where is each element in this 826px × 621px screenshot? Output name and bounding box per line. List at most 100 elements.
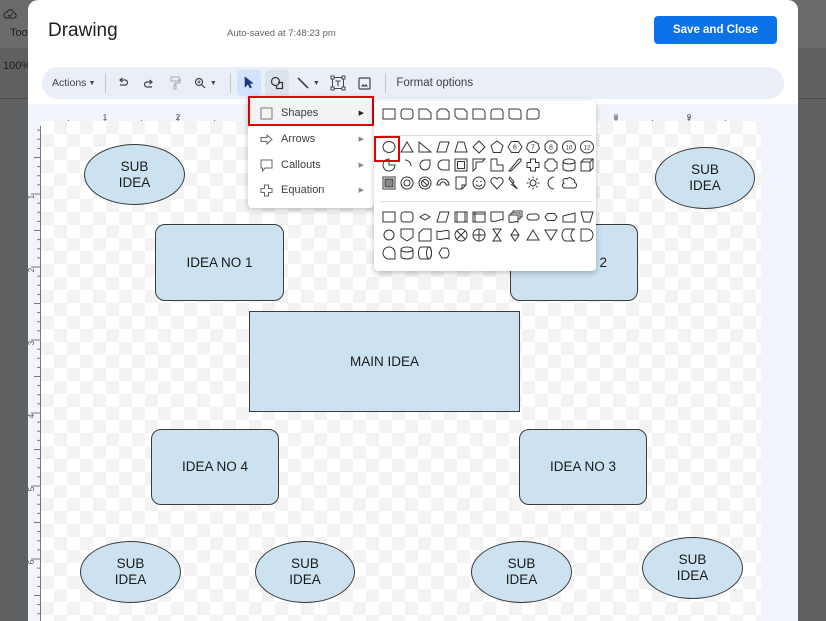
shape-option-flowchart-sort[interactable]: [506, 226, 524, 244]
shape-option-heptagon-7[interactable]: 7: [524, 138, 542, 156]
shape-option-flowchart-document[interactable]: [488, 208, 506, 226]
shape-option-flowchart-merge[interactable]: [542, 226, 560, 244]
shape-option-cloud[interactable]: [560, 174, 578, 192]
shape-option-cube[interactable]: [578, 156, 596, 174]
shape-option-flowchart-manual-input[interactable]: [560, 208, 578, 226]
shape-option-dodecagon-12[interactable]: 12: [578, 138, 596, 156]
menu-item-equation[interactable]: Equation ▶: [248, 177, 374, 203]
shape-option-smiley-face[interactable]: [470, 174, 488, 192]
shape-option-parallelogram[interactable]: [434, 138, 452, 156]
actions-menu-button[interactable]: Actions ▼: [52, 70, 95, 96]
select-tool-button[interactable]: [237, 70, 262, 96]
shape-option-teardrop[interactable]: [416, 156, 434, 174]
shape-option-flowchart-predefined-process[interactable]: [452, 208, 470, 226]
shape-option-flowchart-offpage-connector[interactable]: [398, 226, 416, 244]
shape-option-l-shape[interactable]: [488, 156, 506, 174]
zoom-button[interactable]: ▼: [190, 70, 220, 96]
shape-option-no-symbol[interactable]: [416, 174, 434, 192]
shape-option-moon[interactable]: [542, 174, 560, 192]
shape-option-flowchart-display[interactable]: [434, 244, 452, 262]
shape-option-flowchart-extract[interactable]: [524, 226, 542, 244]
shape-option-flowchart-internal-storage[interactable]: [470, 208, 488, 226]
idea-no-4-box[interactable]: IDEA NO 4: [151, 429, 279, 505]
shape-option-half-frame[interactable]: [470, 156, 488, 174]
shape-option-flowchart-alternate-process[interactable]: [398, 208, 416, 226]
vertical-ruler[interactable]: 1 2 3 4 5 6: [28, 126, 41, 621]
shape-option-oval[interactable]: [380, 138, 398, 156]
shape-option-flowchart-data[interactable]: [434, 208, 452, 226]
sub-idea-ellipse[interactable]: SUB IDEA: [80, 541, 181, 603]
sub-idea-ellipse[interactable]: SUB IDEA: [255, 541, 355, 603]
shape-option-triangle[interactable]: [398, 138, 416, 156]
image-button[interactable]: [353, 70, 375, 96]
shape-option-rounded-rectangle[interactable]: [398, 105, 416, 123]
paint-format-button[interactable]: [164, 70, 186, 96]
shape-option-heart[interactable]: [488, 174, 506, 192]
shape-option-flowchart-decision[interactable]: [416, 208, 434, 226]
sub-idea-ellipse[interactable]: SUB IDEA: [84, 144, 185, 205]
shape-tool-button[interactable]: [265, 70, 290, 96]
shape-option-snip-same-side[interactable]: [434, 105, 452, 123]
shape-option-block-arc[interactable]: [434, 174, 452, 192]
idea-no-3-box[interactable]: IDEA NO 3: [519, 429, 647, 505]
shape-option-pentagon[interactable]: [488, 138, 506, 156]
shape-option-flowchart-collate[interactable]: [488, 226, 506, 244]
shape-option-flowchart-direct-access[interactable]: [416, 244, 434, 262]
line-tool-button[interactable]: ▼: [293, 70, 323, 96]
shape-option-round-single-corner[interactable]: [470, 105, 488, 123]
format-options-button[interactable]: Format options: [396, 77, 473, 89]
shape-option-bevel[interactable]: [380, 174, 398, 192]
shape-option-folded-corner[interactable]: [452, 174, 470, 192]
menu-item-shapes[interactable]: Shapes ▶: [248, 100, 374, 126]
shape-option-frame[interactable]: [452, 156, 470, 174]
shape-option-snip-diagonal[interactable]: [452, 105, 470, 123]
shape-option-chord[interactable]: [398, 156, 416, 174]
shape-option-flowchart-magnetic-disk[interactable]: [398, 244, 416, 262]
shape-option-flowchart-manual-operation[interactable]: [578, 208, 596, 226]
main-idea-box[interactable]: MAIN IDEA: [249, 311, 520, 412]
save-and-close-button[interactable]: Save and Close: [654, 16, 777, 44]
shape-option-flowchart-or[interactable]: [470, 226, 488, 244]
shape-option-plaque[interactable]: [542, 156, 560, 174]
shape-option-flowchart-punched-tape[interactable]: [434, 226, 452, 244]
shape-option-trapezoid[interactable]: [452, 138, 470, 156]
menu-item-arrows[interactable]: Arrows ▶: [248, 126, 374, 152]
shape-option-round-diagonal[interactable]: [506, 105, 524, 123]
shape-option-lightning-bolt[interactable]: [506, 174, 524, 192]
shape-option-flowchart-terminator[interactable]: [524, 208, 542, 226]
shape-option-pie[interactable]: [380, 156, 398, 174]
shape-option-decagon-10[interactable]: 10: [560, 138, 578, 156]
shape-option-flowchart-card[interactable]: [416, 226, 434, 244]
shape-option-flowchart-multidocument[interactable]: [506, 208, 524, 226]
shape-option-round-same-side[interactable]: [488, 105, 506, 123]
shape-option-round-snip[interactable]: [524, 105, 542, 123]
shape-option-flowchart-delay[interactable]: [578, 226, 596, 244]
shape-text: SUB IDEA: [114, 556, 147, 587]
shape-option-snip-single-corner[interactable]: [416, 105, 434, 123]
shape-option-octagon-8[interactable]: 8: [542, 138, 560, 156]
shape-option-diagonal-stripe[interactable]: [506, 156, 524, 174]
shape-option-flowchart-process[interactable]: [380, 208, 398, 226]
shape-option-right-triangle[interactable]: [416, 138, 434, 156]
shape-option-flowchart-preparation[interactable]: [542, 208, 560, 226]
shape-option-flowchart-stored-data[interactable]: [560, 226, 578, 244]
shape-option-hexagon-6[interactable]: 6: [506, 138, 524, 156]
shape-option-flowchart-sequential-access[interactable]: [380, 244, 398, 262]
shape-option-sun[interactable]: [524, 174, 542, 192]
shape-option-flowchart-summing-junction[interactable]: [452, 226, 470, 244]
shape-option-diamond[interactable]: [470, 138, 488, 156]
shape-option-cross[interactable]: [524, 156, 542, 174]
idea-no-1-box[interactable]: IDEA NO 1: [155, 224, 284, 301]
shape-option-donut[interactable]: [398, 174, 416, 192]
shape-option-flowchart-connector[interactable]: [380, 226, 398, 244]
redo-button[interactable]: [138, 70, 160, 96]
sub-idea-ellipse[interactable]: SUB IDEA: [642, 537, 743, 599]
sub-idea-ellipse[interactable]: SUB IDEA: [471, 541, 572, 603]
sub-idea-ellipse[interactable]: SUB IDEA: [655, 147, 755, 209]
shape-option-rectangle[interactable]: [380, 105, 398, 123]
undo-button[interactable]: [112, 70, 134, 96]
shape-option-frame-half[interactable]: [434, 156, 452, 174]
text-box-button[interactable]: [327, 70, 349, 96]
shape-option-can[interactable]: [560, 156, 578, 174]
menu-item-callouts[interactable]: Callouts ▶: [248, 152, 374, 178]
